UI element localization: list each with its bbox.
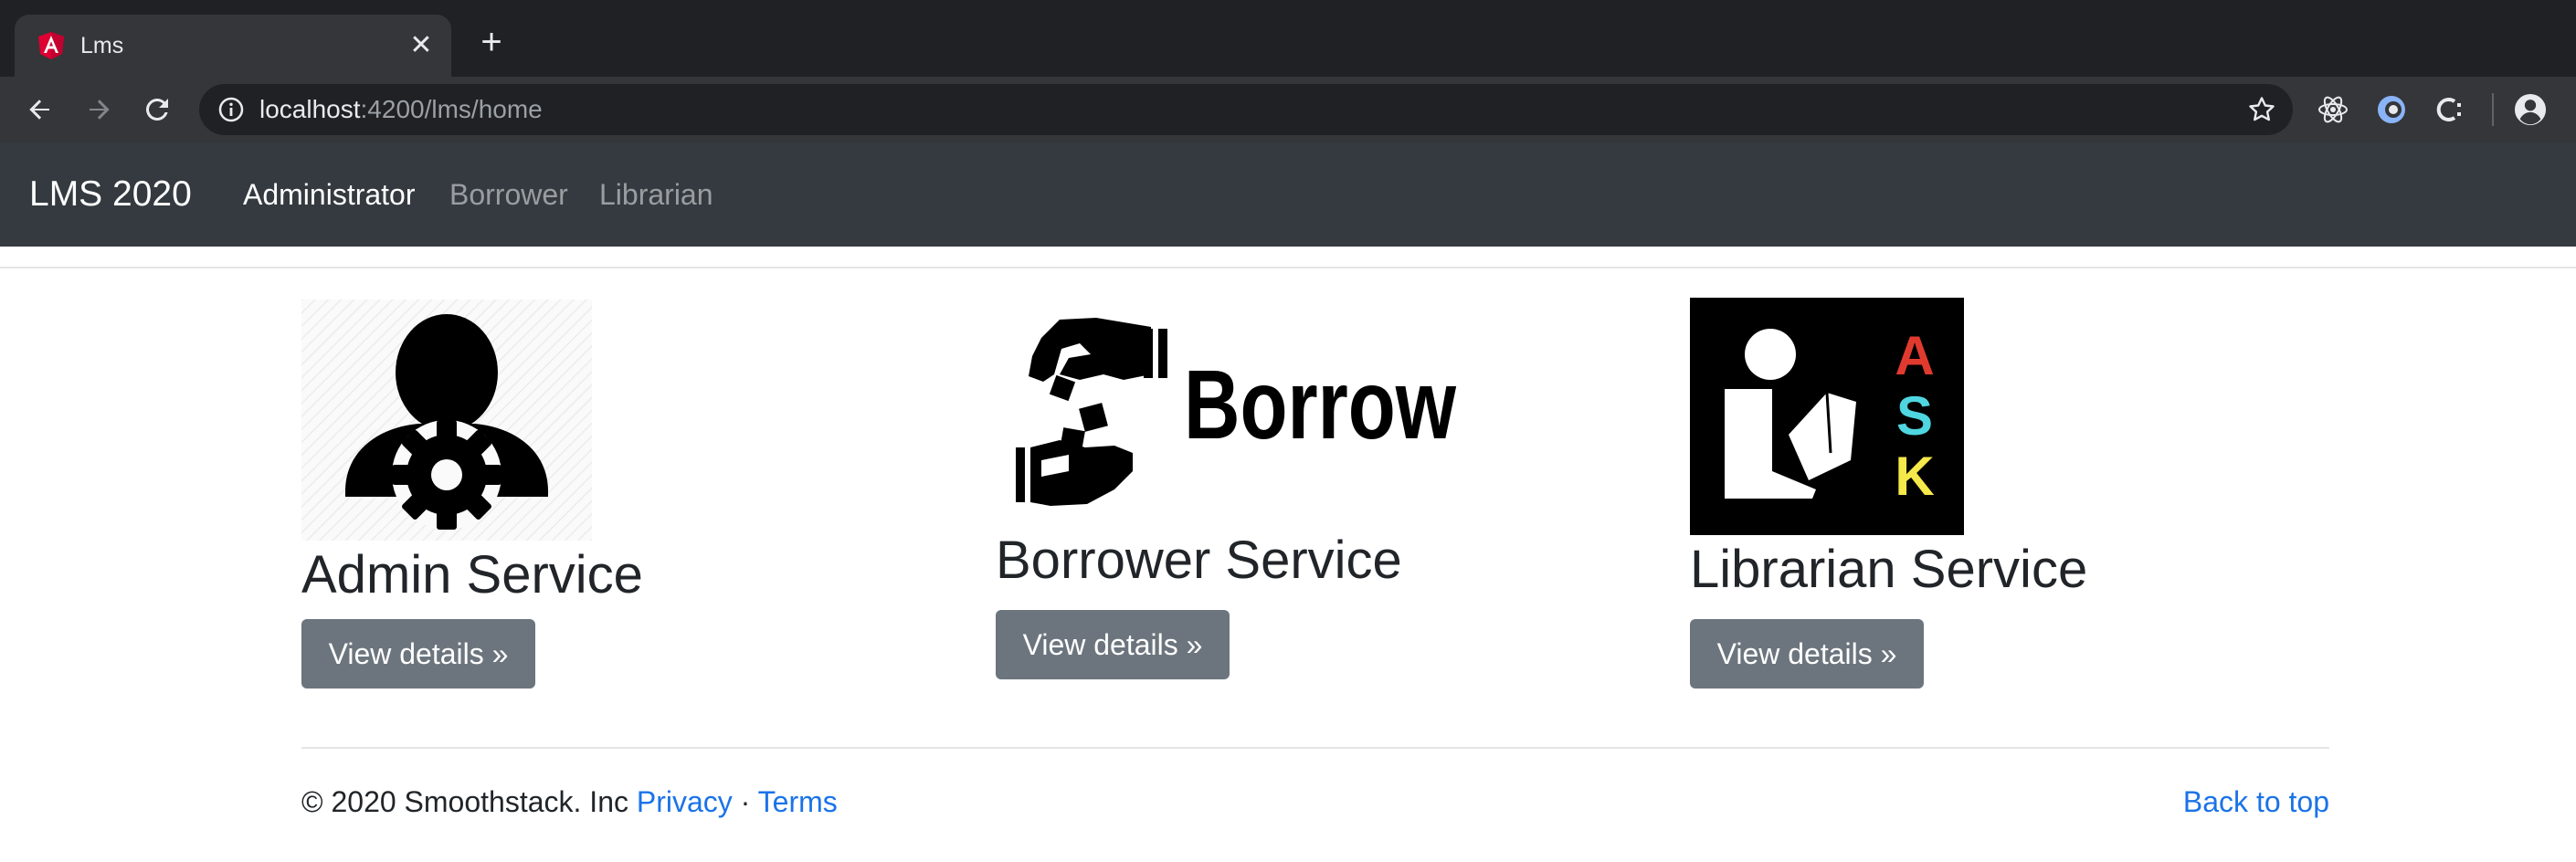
ask-letter-k: K	[1895, 446, 1934, 507]
borrower-service-title: Borrower Service	[996, 531, 1402, 590]
borrow-logo-text: Borrow	[1184, 349, 1457, 459]
admin-service-image	[301, 300, 592, 541]
url-path: :4200/lms/home	[360, 95, 543, 123]
borrower-view-details-button[interactable]: View details »	[996, 610, 1230, 679]
site-info-icon[interactable]	[217, 96, 245, 123]
angular-icon	[38, 32, 64, 59]
extension-circle-icon[interactable]	[2375, 93, 2408, 126]
back-icon[interactable]	[18, 88, 62, 131]
privacy-link[interactable]: Privacy	[637, 785, 733, 818]
ask-letter-s: S	[1896, 385, 1933, 447]
reload-icon[interactable]	[135, 88, 179, 131]
profile-avatar-icon[interactable]	[2514, 93, 2547, 126]
footer-separator: ·	[740, 785, 751, 818]
forward-icon[interactable]	[77, 88, 121, 131]
nav-link-borrower[interactable]: Borrower	[449, 142, 568, 247]
address-url: localhost:4200/lms/home	[259, 84, 543, 135]
browser-tab[interactable]: Lms ✕	[15, 15, 451, 77]
librarian-view-details-button[interactable]: View details »	[1690, 619, 1924, 689]
nav-link-librarian[interactable]: Librarian	[599, 142, 713, 247]
divider	[0, 267, 2576, 268]
footer-divider	[301, 747, 2329, 749]
close-tab-icon[interactable]: ✕	[406, 30, 437, 61]
borrower-service-image: Borrow	[1016, 318, 1457, 506]
browser-toolbar: localhost:4200/lms/home	[0, 77, 2576, 142]
toolbar-separator	[2492, 93, 2494, 126]
react-devtools-icon[interactable]	[2317, 93, 2349, 126]
address-bar[interactable]: localhost:4200/lms/home	[199, 84, 2293, 135]
ask-letter-a: A	[1895, 325, 1934, 386]
admin-service-title: Admin Service	[301, 545, 643, 604]
extension-c-icon[interactable]	[2433, 93, 2466, 126]
copyright-text: © 2020 Smoothstack. Inc	[301, 785, 628, 818]
navbar-brand[interactable]: LMS 2020	[29, 142, 192, 247]
back-to-top-link[interactable]: Back to top	[2183, 782, 2329, 822]
new-tab-icon[interactable]: +	[473, 24, 510, 60]
admin-view-details-button[interactable]: View details »	[301, 619, 535, 689]
nav-link-administrator[interactable]: Administrator	[243, 142, 416, 247]
url-host: localhost	[259, 95, 361, 123]
librarian-service-image: A S K	[1690, 298, 1964, 535]
browser-tab-bar: Lms ✕ +	[0, 0, 2576, 77]
tab-title: Lms	[80, 33, 124, 58]
librarian-service-title: Librarian Service	[1690, 540, 2088, 599]
app-navbar: LMS 2020 Administrator Borrower Libraria…	[0, 142, 2576, 247]
bookmark-star-icon[interactable]	[2247, 95, 2276, 124]
terms-link[interactable]: Terms	[758, 785, 838, 818]
footer-text: © 2020 Smoothstack. Inc Privacy · Terms	[301, 782, 838, 822]
